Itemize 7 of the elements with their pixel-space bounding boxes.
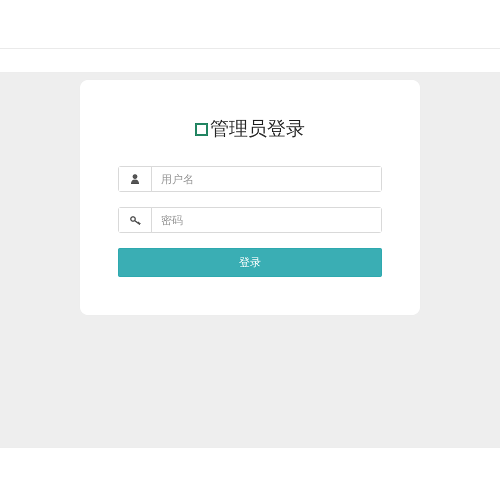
login-title: 管理员登录 [210,117,305,142]
user-icon [131,174,139,184]
input-field[interactable]: 用户名 [118,166,382,192]
login-button[interactable]: 登录 [118,248,382,277]
key-icon [130,216,140,224]
square-icon [195,122,208,136]
input-field[interactable]: 密码 [118,207,382,233]
